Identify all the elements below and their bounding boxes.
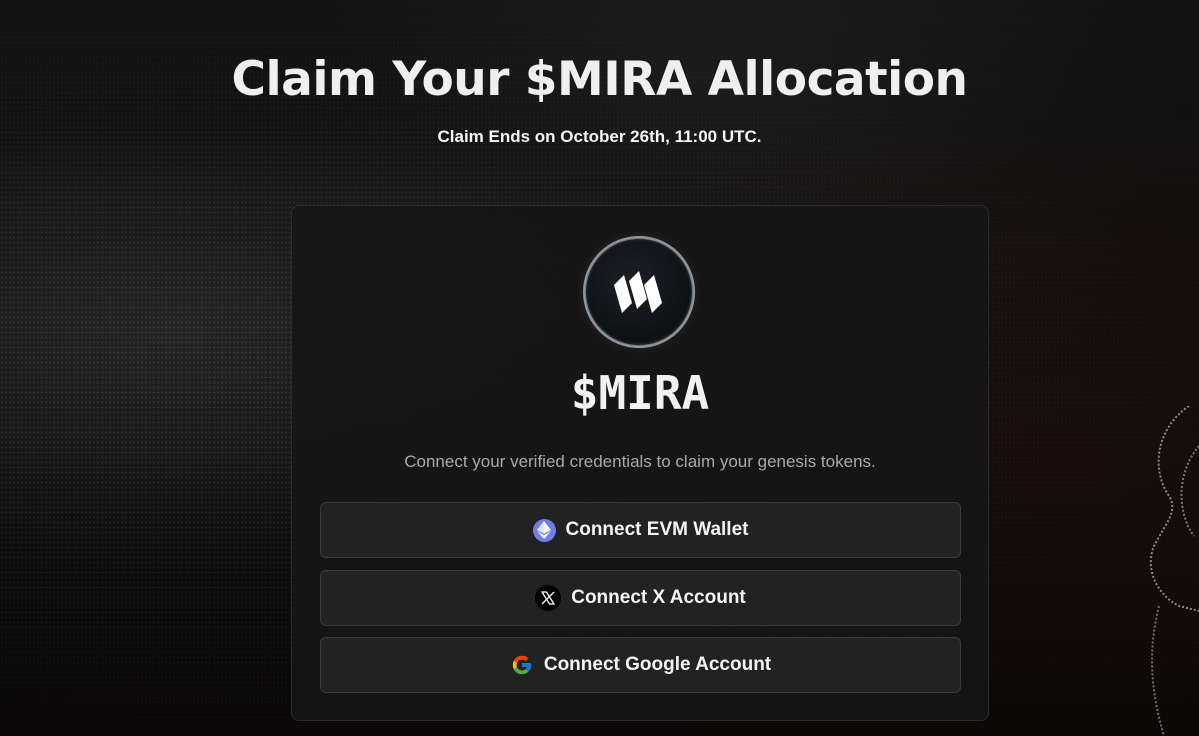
claim-deadline: Claim Ends on October 26th, 11:00 UTC. — [437, 127, 762, 146]
mira-logo — [583, 236, 695, 348]
card-description: Connect your verified credentials to cla… — [404, 452, 876, 471]
connect-google-account-button[interactable]: Connect Google Account — [320, 637, 961, 693]
connect-x-account-button[interactable]: Connect X Account — [320, 570, 961, 626]
background-figure-outline — [1149, 406, 1199, 736]
connect-x-account-label: Connect X Account — [571, 587, 746, 608]
connect-evm-wallet-button[interactable]: Connect EVM Wallet — [320, 502, 961, 558]
google-icon — [510, 653, 534, 677]
x-logo-icon — [535, 585, 562, 611]
connect-evm-wallet-label: Connect EVM Wallet — [565, 519, 749, 540]
claim-card: $MIRA Connect your verified credentials … — [291, 205, 989, 721]
page-title: Claim Your $MIRA Allocation — [231, 52, 968, 107]
logo-ring — [583, 236, 695, 348]
claim-page: Claim Your $MIRA Allocation Claim Ends o… — [0, 0, 1199, 736]
ethereum-icon — [532, 518, 556, 542]
token-name: $MIRA — [570, 366, 710, 420]
connect-google-account-label: Connect Google Account — [543, 654, 772, 675]
